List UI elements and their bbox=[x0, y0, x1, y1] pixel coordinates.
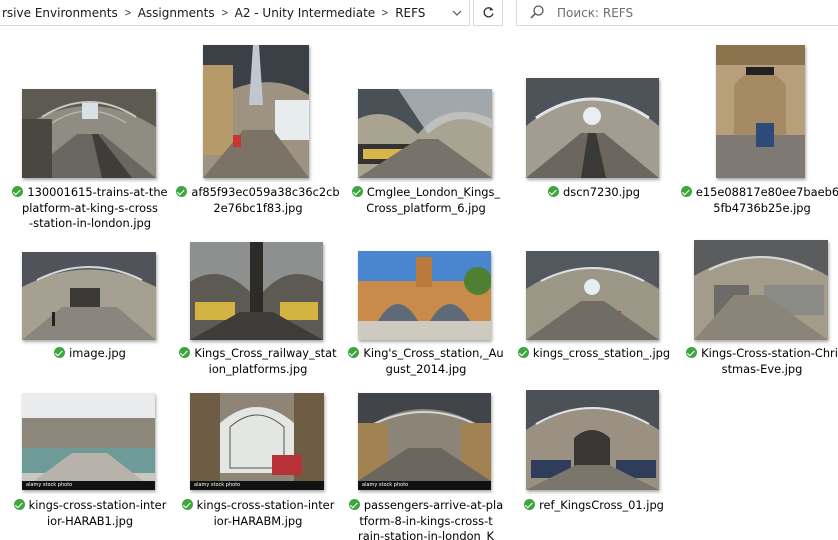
file-name: passengers-arrive-at-pla tform-8-in-king… bbox=[342, 498, 510, 540]
sync-status-icon bbox=[179, 347, 191, 358]
sync-status-icon bbox=[548, 186, 560, 197]
watermark-text: alamy stock photo bbox=[362, 482, 409, 488]
chevron-down-icon bbox=[452, 10, 462, 16]
thumbnail-image bbox=[190, 242, 323, 340]
file-name: dscn7230.jpg bbox=[510, 185, 678, 201]
thumbnail-image bbox=[358, 89, 492, 178]
sync-status-icon bbox=[13, 499, 25, 510]
watermark-text: alamy stock photo bbox=[194, 482, 241, 488]
file-name: kings-cross-station-inter ior-HARAB1.jpg bbox=[6, 498, 174, 529]
watermark-text: alamy stock photo bbox=[26, 482, 73, 488]
sync-status-icon bbox=[12, 186, 24, 197]
file-item[interactable]: image.jpg bbox=[6, 200, 174, 360]
file-name: image.jpg bbox=[6, 346, 174, 362]
breadcrumb-item-refs[interactable]: REFS bbox=[392, 6, 428, 20]
file-name: kings_cross_station_.jpg bbox=[510, 346, 678, 362]
sync-status-icon bbox=[181, 499, 193, 510]
file-name: Kings-Cross-station-Chri stmas-Eve.jpg bbox=[678, 346, 838, 377]
file-item[interactable]: alamy stock photo passengers-arrive-at-p… bbox=[342, 362, 510, 540]
file-item[interactable]: af85f93ec059a38c36c2cb 2e76bc1f83.jpg bbox=[174, 38, 342, 215]
thumbnail-image bbox=[694, 240, 828, 340]
search-input[interactable] bbox=[557, 2, 827, 23]
sync-status-icon bbox=[348, 347, 360, 358]
thumbnail-image bbox=[716, 45, 805, 178]
thumbnail-image bbox=[526, 251, 659, 340]
sync-status-icon bbox=[351, 186, 363, 197]
thumbnail-image bbox=[22, 89, 156, 178]
file-item[interactable]: e15e08817e80ee7baeb6f 5fb4736b25e.jpg bbox=[678, 38, 838, 215]
thumbnail-image bbox=[358, 251, 491, 340]
chevron-right-icon[interactable]: > bbox=[380, 6, 391, 19]
refresh-button[interactable] bbox=[473, 0, 503, 26]
sync-status-icon bbox=[54, 347, 66, 358]
sync-status-icon bbox=[517, 347, 529, 358]
thumbnail-image bbox=[22, 252, 156, 340]
file-name: kings-cross-station-inter ior-HARABM.jpg bbox=[174, 498, 342, 529]
sync-status-icon bbox=[176, 186, 188, 197]
file-item[interactable]: King's_Cross_station,_Au gust_2014.jpg bbox=[342, 200, 510, 376]
explorer-toolbar: rsive Environments > Assignments > A2 - … bbox=[0, 0, 838, 31]
file-item[interactable]: dscn7230.jpg bbox=[510, 38, 678, 199]
sync-status-icon bbox=[348, 499, 360, 510]
thumbnail-image: alamy stock photo bbox=[190, 393, 324, 490]
file-item[interactable]: Kings-Cross-station-Chri stmas-Eve.jpg bbox=[678, 200, 838, 376]
search-box[interactable] bbox=[516, 0, 838, 26]
breadcrumb: rsive Environments > Assignments > A2 - … bbox=[0, 0, 428, 25]
breadcrumb-item-assignments[interactable]: Assignments bbox=[135, 6, 218, 20]
chevron-right-icon[interactable]: > bbox=[219, 6, 230, 19]
file-item[interactable]: alamy stock photo kings-cross-station-in… bbox=[174, 362, 342, 528]
thumbnail-image bbox=[526, 78, 659, 178]
file-item[interactable]: 130001615-trains-at-the platform-at-king… bbox=[6, 38, 174, 230]
file-item[interactable]: Cmglee_London_Kings_ Cross_platform_6.jp… bbox=[342, 38, 510, 215]
file-item[interactable]: ref_KingsCross_01.jpg bbox=[510, 362, 678, 520]
refresh-icon bbox=[483, 7, 494, 18]
address-dropdown-button[interactable] bbox=[445, 0, 469, 25]
breadcrumb-item-a2[interactable]: A2 - Unity Intermediate bbox=[232, 6, 379, 20]
breadcrumb-item-environments[interactable]: rsive Environments bbox=[0, 6, 121, 20]
file-item[interactable]: Kings_Cross_railway_stat ion_platforms.j… bbox=[174, 200, 342, 376]
sync-status-icon bbox=[686, 347, 698, 358]
address-bar[interactable]: rsive Environments > Assignments > A2 - … bbox=[0, 0, 470, 26]
file-name: ref_KingsCross_01.jpg bbox=[510, 498, 678, 514]
thumbnail-image bbox=[526, 390, 659, 490]
sync-status-icon bbox=[524, 499, 536, 510]
sync-status-icon bbox=[680, 186, 692, 197]
file-item[interactable]: kings_cross_station_.jpg bbox=[510, 200, 678, 360]
thumbnail-image: alamy stock photo bbox=[22, 393, 155, 490]
search-icon bbox=[530, 5, 544, 19]
chevron-right-icon[interactable]: > bbox=[122, 6, 133, 19]
thumbnail-image: alamy stock photo bbox=[358, 393, 491, 490]
thumbnail-image bbox=[203, 45, 309, 178]
file-item[interactable]: alamy stock photo kings-cross-station-in… bbox=[6, 362, 174, 528]
